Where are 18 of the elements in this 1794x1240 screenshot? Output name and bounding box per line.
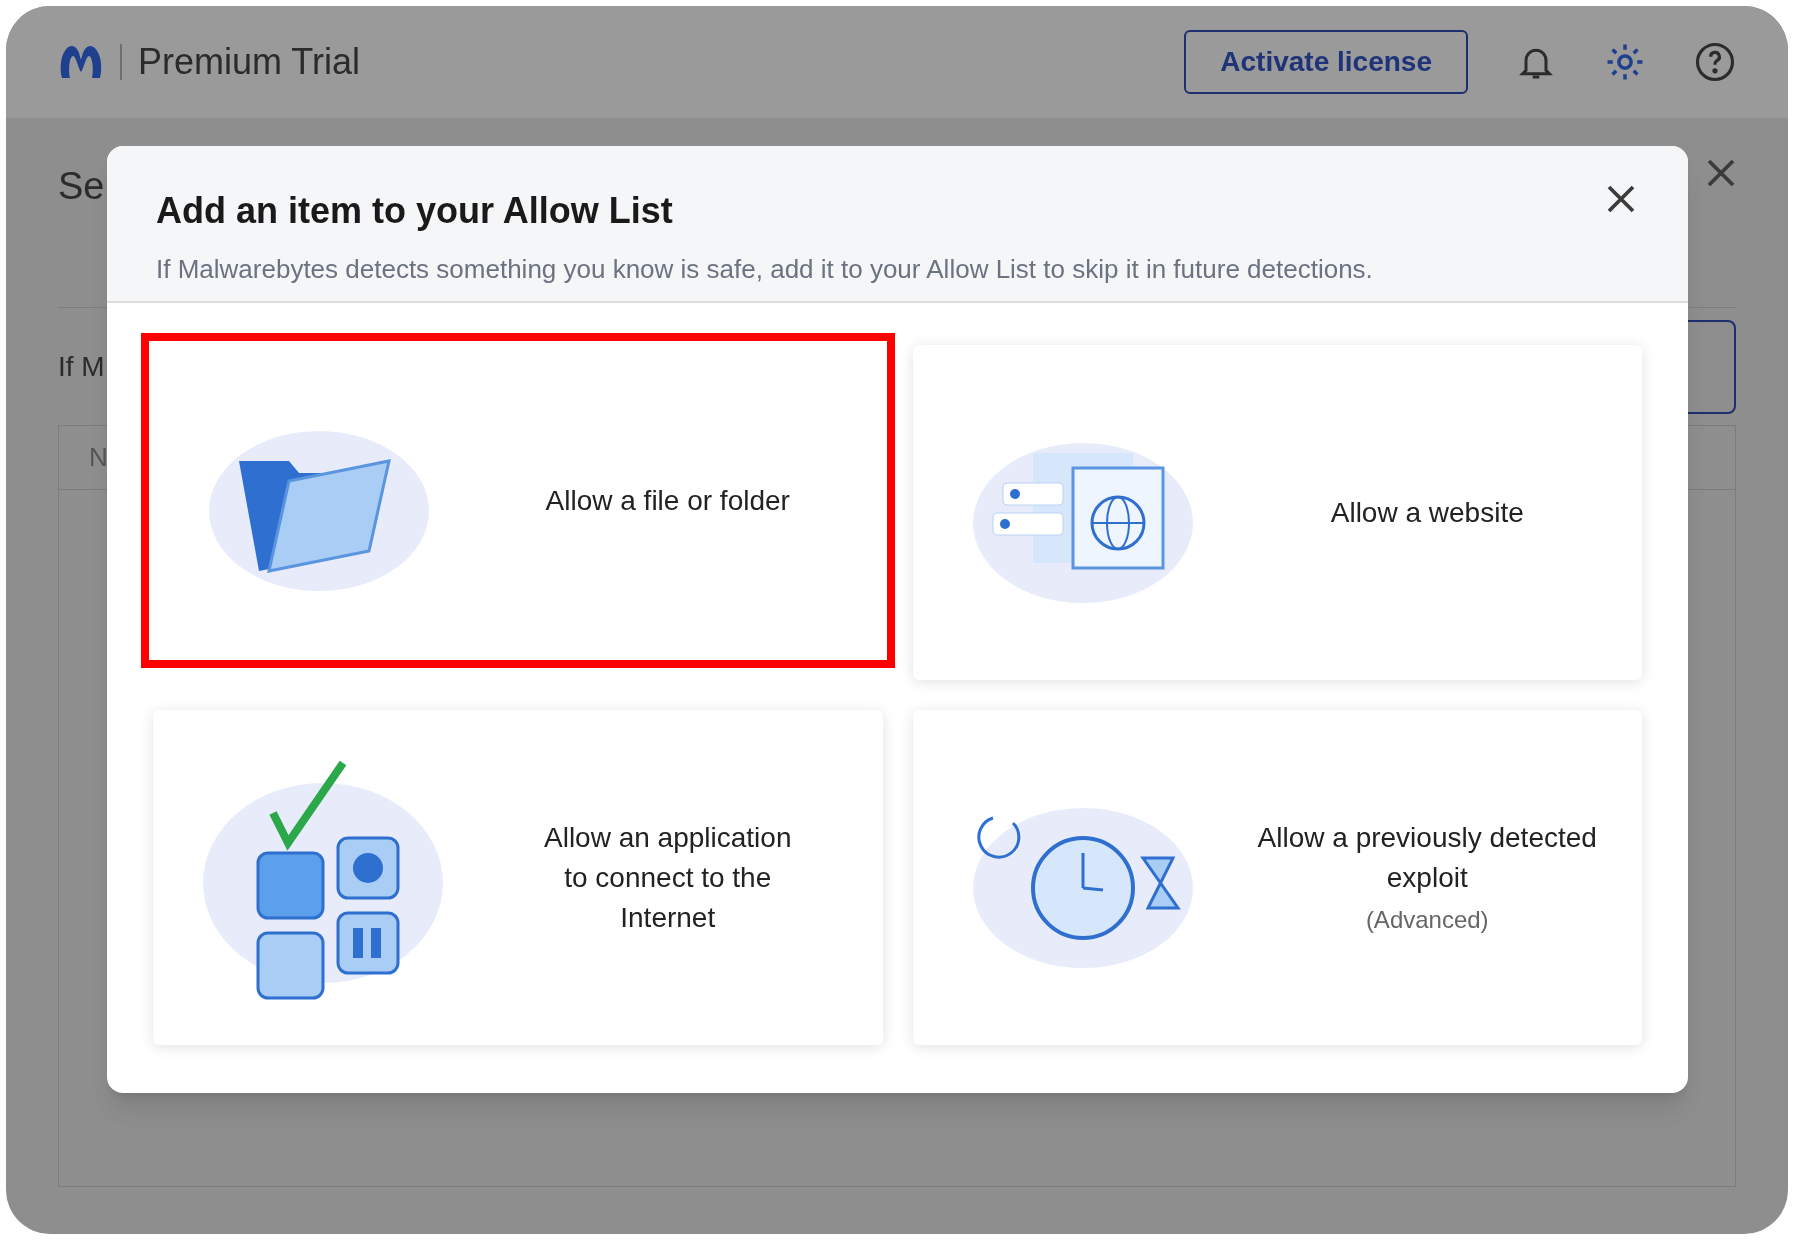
option-label: Allow a previously detected exploit (1256, 820, 1598, 895)
option-label: Allow a file or folder (545, 483, 790, 518)
dialog-title: Add an item to your Allow List (156, 189, 673, 233)
help-icon[interactable] (1694, 41, 1736, 83)
dialog-subtitle: If Malwarebytes detects something you know is safe, add it to your Allow List to skip it in future detections. (156, 253, 1374, 286)
allow-option-card[interactable]: Allow a previously detected exploit (Advanced) (912, 710, 1642, 1045)
option-note: (Advanced) (1365, 904, 1489, 935)
column-header: N (89, 441, 108, 474)
allow-option-card[interactable]: Allow an application to connect to the Internet (153, 710, 883, 1045)
allow-option-card[interactable]: Allow a website (912, 345, 1642, 680)
activate-license-button[interactable]: Activate license (1184, 30, 1468, 94)
allow-option-card[interactable]: Allow a file or folder (141, 333, 895, 668)
product-title: Premium Trial (138, 40, 361, 84)
intro-text: If M (58, 349, 105, 384)
page-heading: Se (58, 164, 105, 209)
option-label: Allow an application to connect to the Internet (543, 820, 793, 935)
close-icon[interactable] (1606, 184, 1636, 214)
option-label: Allow a website (1330, 495, 1524, 530)
